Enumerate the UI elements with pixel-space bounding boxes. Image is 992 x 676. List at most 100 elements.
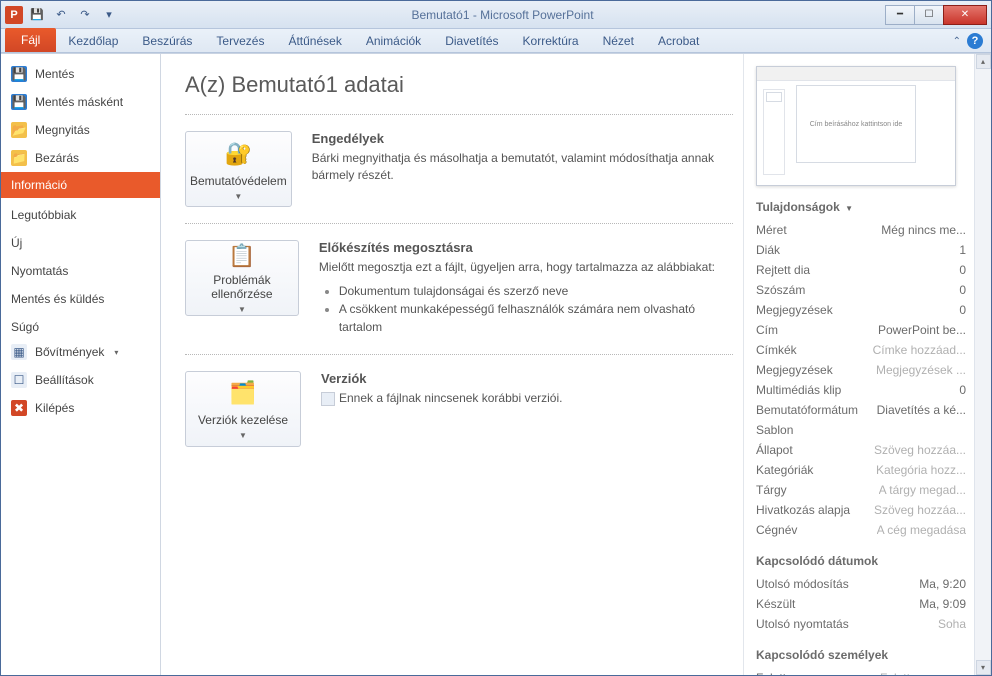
settings-icon: ☐ [11, 372, 27, 388]
tab-design[interactable]: Tervezés [204, 30, 276, 52]
property-value[interactable]: Szöveg hozzáa... [874, 443, 966, 457]
qat-customize-icon[interactable]: ▾ [99, 6, 119, 24]
property-row: FelettesFelettes mega... [756, 668, 966, 675]
property-value: 0 [959, 263, 966, 277]
titlebar: P 💾 ↶ ↷ ▾ Bemutató1 - Microsoft PowerPoi… [1, 1, 991, 29]
property-value: Még nincs me... [881, 223, 966, 237]
nav-addins[interactable]: ▦Bővítmények▾ [1, 338, 160, 366]
nav-save[interactable]: 💾Mentés [1, 60, 160, 88]
prepare-row: 📋 Problémák ellenőrzése ▼ Előkészítés me… [185, 240, 733, 338]
chevron-down-icon: ▼ [238, 305, 246, 314]
property-value[interactable]: Megjegyzések ... [876, 363, 966, 377]
minimize-button[interactable]: ━ [885, 5, 915, 25]
property-row: Cím PowerPoint be... [756, 320, 966, 340]
people-header: Kapcsolódó személyek [756, 648, 966, 662]
property-row: Hivatkozás alapja Szöveg hozzáa... [756, 500, 966, 520]
nav-label: Mentés másként [35, 95, 123, 109]
property-row: CímkékCímke hozzáad... [756, 340, 966, 360]
ribbon-minimize-icon[interactable]: ⌃ [953, 36, 961, 47]
nav-options[interactable]: ☐Beállítások [1, 366, 160, 394]
property-key: Hivatkozás alapja [756, 503, 850, 517]
qat-undo-icon[interactable]: ↶ [51, 6, 71, 24]
property-row: Diák1 [756, 240, 966, 260]
property-value: 1 [959, 243, 966, 257]
section-heading: Engedélyek [312, 131, 733, 146]
section-heading: Verziók [321, 371, 562, 386]
nav-save-send[interactable]: Mentés és küldés [1, 282, 160, 310]
scrollbar[interactable]: ▴ ▾ [974, 54, 991, 675]
chevron-down-icon: ▼ [239, 431, 247, 440]
tab-file[interactable]: Fájl [5, 28, 56, 52]
close-button[interactable]: ✕ [943, 5, 987, 25]
check-issues-button[interactable]: 📋 Problémák ellenőrzése ▼ [185, 240, 299, 316]
help-icon[interactable]: ? [967, 33, 983, 49]
property-key: Tárgy [756, 483, 787, 497]
property-value[interactable]: Felettes mega... [880, 671, 966, 675]
property-key: Cégnév [756, 523, 797, 537]
permissions-text: Engedélyek Bárki megnyithatja és másolha… [312, 131, 733, 190]
tab-home[interactable]: Kezdőlap [56, 30, 130, 52]
nav-info[interactable]: Információ [1, 172, 160, 198]
nav-label: Kilépés [35, 401, 74, 415]
page-title: A(z) Bemutató1 adatai [185, 72, 733, 98]
nav-recent[interactable]: Legutóbbiak [1, 198, 160, 226]
nav-close[interactable]: 📁Bezárás [1, 144, 160, 172]
save-as-icon: 💾 [11, 94, 27, 110]
protect-presentation-button[interactable]: 🔐 Bemutatóvédelem ▼ [185, 131, 292, 207]
chevron-down-icon: ▼ [234, 192, 242, 201]
tab-animations[interactable]: Animációk [354, 30, 433, 52]
section-heading: Előkészítés megosztásra [319, 240, 733, 255]
property-row: Multimédiás klip0 [756, 380, 966, 400]
property-key: Cím [756, 323, 778, 337]
property-key: Bemutatóformátum [756, 403, 858, 417]
properties-header[interactable]: Tulajdonságok ▼ [756, 200, 966, 214]
property-row: KészültMa, 9:09 [756, 594, 966, 614]
tab-insert[interactable]: Beszúrás [130, 30, 204, 52]
property-value[interactable]: Kategória hozz... [876, 463, 966, 477]
manage-versions-button[interactable]: 🗂️ Verziók kezelése ▼ [185, 371, 301, 447]
tab-view[interactable]: Nézet [591, 30, 646, 52]
slide-thumbnail[interactable]: Cím beírásához kattintson ide [756, 66, 956, 186]
property-key: Sablon [756, 423, 793, 437]
tab-review[interactable]: Korrektúra [511, 30, 591, 52]
close-file-icon: 📁 [11, 150, 27, 166]
tab-slideshow[interactable]: Diavetítés [433, 30, 510, 52]
property-value: Ma, 9:09 [919, 597, 966, 611]
tab-transitions[interactable]: Áttűnések [276, 30, 353, 52]
nav-save-as[interactable]: 💾 Mentés másként [1, 88, 160, 116]
separator [185, 223, 733, 224]
property-value[interactable]: A cég megadása [877, 523, 966, 537]
button-label: Bemutatóvédelem [190, 174, 287, 188]
nav-exit[interactable]: ✖Kilépés [1, 394, 160, 422]
property-value[interactable]: A tárgy megad... [879, 483, 966, 497]
people-list: FelettesFelettes mega... [756, 668, 966, 675]
property-key: Szószám [756, 283, 805, 297]
section-body: Bárki megnyithatja és másolhatja a bemut… [312, 150, 733, 184]
tab-acrobat[interactable]: Acrobat [646, 30, 711, 52]
app-icon[interactable]: P [5, 6, 23, 24]
qat-redo-icon[interactable]: ↷ [75, 6, 95, 24]
scroll-up-icon[interactable]: ▴ [976, 54, 991, 69]
property-key: Állapot [756, 443, 793, 457]
save-icon: 💾 [11, 66, 27, 82]
nav-help[interactable]: Súgó [1, 310, 160, 338]
property-key: Utolsó nyomtatás [756, 617, 849, 631]
property-value[interactable]: Szöveg hozzáa... [874, 503, 966, 517]
nav-print[interactable]: Nyomtatás [1, 254, 160, 282]
maximize-button[interactable]: ☐ [914, 5, 944, 25]
property-row: Megjegyzések0 [756, 300, 966, 320]
scroll-down-icon[interactable]: ▾ [976, 660, 991, 675]
backstage-nav: 💾Mentés 💾 Mentés másként 📂Megnyitás 📁Bezá… [1, 54, 161, 675]
property-value: PowerPoint be... [878, 323, 966, 337]
separator [185, 114, 733, 115]
open-icon: 📂 [11, 122, 27, 138]
section-intro: Mielőtt megosztja ezt a fájlt, ügyeljen … [319, 259, 733, 276]
property-value[interactable]: Címke hozzáad... [873, 343, 966, 357]
button-label: Verziók kezelése [198, 413, 288, 427]
property-value[interactable]: Soha [938, 617, 966, 631]
property-row: Utolsó módosításMa, 9:20 [756, 574, 966, 594]
qat-save-icon[interactable]: 💾 [27, 6, 47, 24]
nav-new[interactable]: Új [1, 226, 160, 254]
property-value: Diavetítés a ké... [877, 403, 966, 417]
nav-open[interactable]: 📂Megnyitás [1, 116, 160, 144]
